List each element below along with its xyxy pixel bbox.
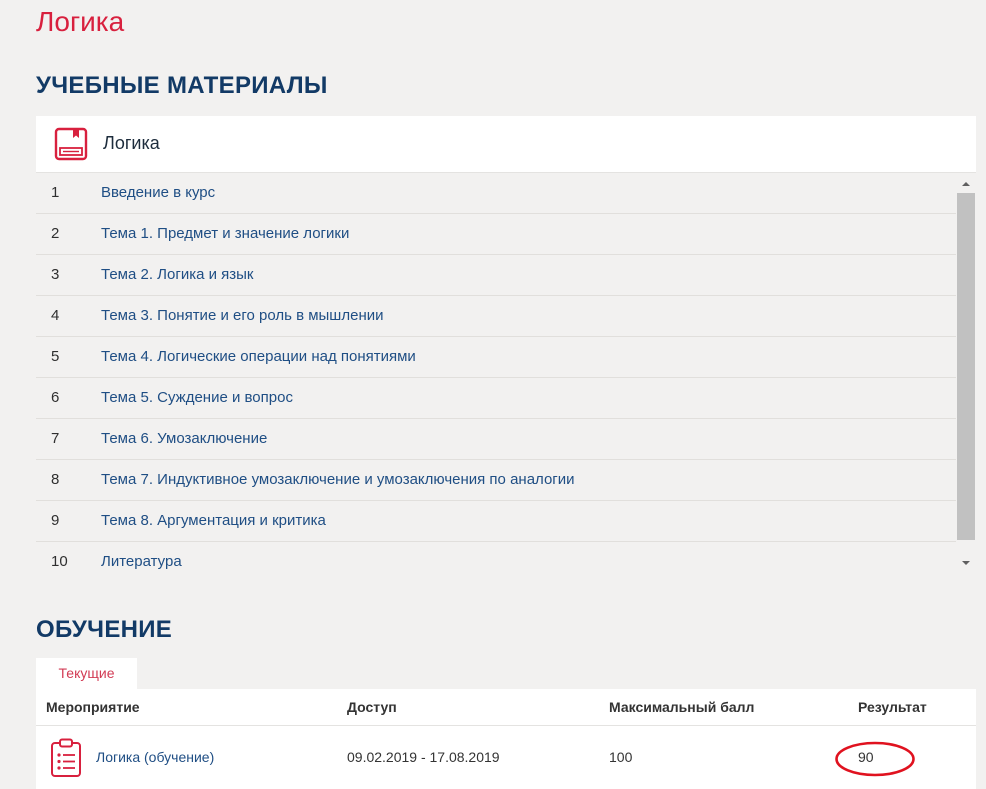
topic-link[interactable]: Тема 7. Индуктивное умозаключение и умоз…	[101, 471, 575, 488]
topic-link[interactable]: Литература	[101, 553, 182, 570]
page-title: Логика	[36, 6, 125, 37]
list-item[interactable]: 1 Введение в курс	[36, 173, 956, 214]
topic-link[interactable]: Тема 8. Аргументация и критика	[101, 512, 326, 529]
topic-number: 2	[51, 225, 60, 242]
table-header-divider	[36, 725, 976, 726]
result-highlight-ellipse	[835, 741, 915, 777]
scrollbar-thumb[interactable]	[957, 193, 975, 540]
column-header-max-score: Максимальный балл	[609, 699, 755, 715]
book-icon	[54, 127, 88, 161]
access-dates: 09.02.2019 - 17.08.2019	[347, 749, 500, 765]
clipboard-list-icon	[51, 738, 81, 777]
topic-number: 8	[51, 471, 60, 488]
topic-link[interactable]: Тема 4. Логические операции над понятиям…	[101, 348, 416, 365]
topic-link[interactable]: Тема 6. Умозаключение	[101, 430, 267, 447]
topic-link[interactable]: Тема 2. Логика и язык	[101, 266, 254, 283]
topic-number: 1	[51, 184, 60, 201]
list-item[interactable]: 7 Тема 6. Умозаключение	[36, 419, 956, 460]
event-link[interactable]: Логика (обучение)	[96, 749, 214, 765]
topic-link[interactable]: Тема 1. Предмет и значение логики	[101, 225, 349, 242]
list-item[interactable]: 5 Тема 4. Логические операции над поняти…	[36, 337, 956, 378]
topic-number: 4	[51, 307, 60, 324]
materials-heading: УЧЕБНЫЕ МАТЕРИАЛЫ	[36, 72, 328, 99]
max-score-value: 100	[609, 749, 633, 765]
list-item[interactable]: 2 Тема 1. Предмет и значение логики	[36, 214, 956, 255]
topic-number: 10	[51, 553, 68, 570]
topic-number: 3	[51, 266, 60, 283]
materials-card-title: Логика	[103, 133, 160, 153]
materials-card: Логика 1 Введение в курс 2 Тема 1. Предм…	[36, 116, 976, 582]
scroll-down-arrow-icon[interactable]	[959, 556, 973, 570]
topic-link[interactable]: Тема 3. Понятие и его роль в мышлении	[101, 307, 383, 324]
list-item[interactable]: 4 Тема 3. Понятие и его роль в мышлении	[36, 296, 956, 337]
topic-number: 5	[51, 348, 60, 365]
list-item[interactable]: 8 Тема 7. Индуктивное умозаключение и ум…	[36, 460, 956, 501]
topic-link[interactable]: Тема 5. Суждение и вопрос	[101, 389, 293, 406]
topic-number: 7	[51, 430, 60, 447]
learning-heading: ОБУЧЕНИЕ	[36, 616, 173, 643]
tab-current[interactable]: Текущие	[36, 658, 137, 689]
list-item[interactable]: 10 Литература	[36, 542, 956, 582]
topic-link[interactable]: Введение в курс	[101, 184, 215, 201]
topic-list-scrollbar[interactable]	[956, 173, 976, 582]
materials-card-header: Логика	[36, 116, 976, 173]
column-header-access: Доступ	[347, 699, 397, 715]
list-item[interactable]: 3 Тема 2. Логика и язык	[36, 255, 956, 296]
column-header-event: Мероприятие	[46, 699, 140, 715]
scroll-up-arrow-icon[interactable]	[959, 177, 973, 191]
topic-number: 9	[51, 512, 60, 529]
list-item[interactable]: 6 Тема 5. Суждение и вопрос	[36, 378, 956, 419]
topic-list: 1 Введение в курс 2 Тема 1. Предмет и зн…	[36, 173, 956, 582]
list-item[interactable]: 9 Тема 8. Аргументация и критика	[36, 501, 956, 542]
column-header-result: Результат	[858, 699, 927, 715]
topic-number: 6	[51, 389, 60, 406]
